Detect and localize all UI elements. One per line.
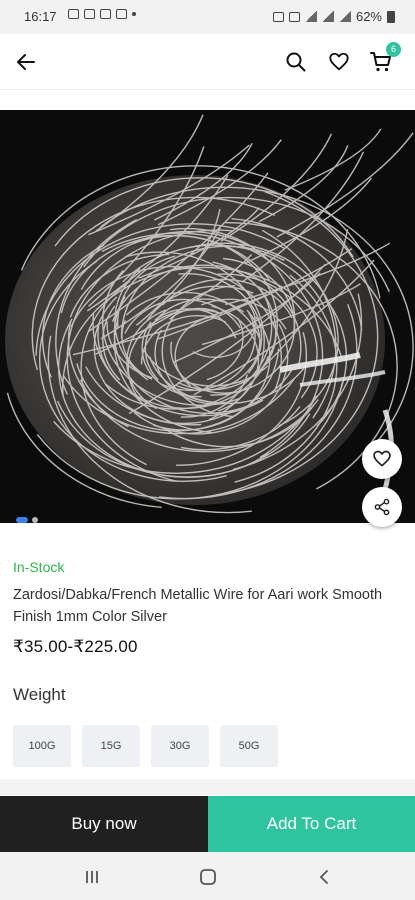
cart-button[interactable]: 6 bbox=[367, 42, 401, 76]
status-bar: 16:17 62% bbox=[0, 0, 415, 34]
system-navigation-bar bbox=[0, 852, 415, 900]
dot-icon bbox=[132, 12, 136, 16]
home-button[interactable] bbox=[195, 864, 221, 890]
signal-icon bbox=[321, 11, 334, 22]
mail-icon bbox=[100, 9, 111, 19]
pager-dot-active[interactable] bbox=[16, 517, 28, 523]
stock-status: In-Stock bbox=[13, 559, 65, 575]
chevron-left-icon bbox=[319, 870, 328, 884]
buy-now-button[interactable]: Buy now bbox=[0, 796, 208, 852]
weight-option-15g[interactable]: 15G bbox=[82, 725, 140, 767]
bluetooth-icon bbox=[288, 11, 300, 22]
wifi-icon bbox=[304, 11, 317, 22]
cart-count-badge: 6 bbox=[386, 42, 401, 57]
system-back-button[interactable] bbox=[311, 864, 337, 890]
heart-icon bbox=[373, 450, 391, 467]
status-right-icons: 62% bbox=[272, 9, 395, 24]
message-icon bbox=[116, 9, 127, 19]
arrow-left-icon bbox=[17, 54, 35, 70]
recent-apps-button[interactable] bbox=[79, 864, 105, 890]
weight-label: Weight bbox=[13, 685, 66, 704]
weight-options: 100G 15G 30G 50G bbox=[13, 725, 278, 767]
app-header: 6 bbox=[0, 34, 415, 90]
weight-option-30g[interactable]: 30G bbox=[151, 725, 209, 767]
image-wishlist-button[interactable] bbox=[362, 439, 402, 479]
share-icon bbox=[374, 498, 390, 516]
gallery-icon bbox=[84, 9, 95, 19]
weight-option-100g[interactable]: 100G bbox=[13, 725, 71, 767]
status-time: 16:17 bbox=[24, 9, 57, 24]
alarm-icon bbox=[272, 11, 284, 22]
product-title: Zardosi/Dabka/French Metallic Wire for A… bbox=[13, 587, 383, 625]
image-pager bbox=[16, 517, 38, 523]
battery-icon bbox=[387, 10, 395, 23]
search-icon bbox=[286, 52, 306, 72]
heart-icon bbox=[329, 52, 349, 71]
share-button[interactable] bbox=[362, 487, 402, 527]
wishlist-button[interactable] bbox=[325, 48, 353, 76]
image-icon bbox=[68, 9, 79, 19]
status-left-icons bbox=[68, 9, 136, 19]
signal-icon bbox=[338, 11, 351, 22]
back-button[interactable] bbox=[12, 48, 40, 76]
pager-dot[interactable] bbox=[32, 517, 38, 523]
battery-percent: 62% bbox=[355, 9, 382, 24]
product-price: ₹35.00-₹225.00 bbox=[13, 637, 138, 656]
search-button[interactable] bbox=[282, 48, 310, 76]
weight-option-50g[interactable]: 50G bbox=[220, 725, 278, 767]
wire-strand bbox=[284, 128, 382, 191]
product-image[interactable] bbox=[0, 110, 415, 523]
home-icon bbox=[200, 869, 216, 885]
product-photo bbox=[5, 114, 414, 514]
add-to-cart-button[interactable]: Add To Cart bbox=[208, 796, 415, 852]
section-divider bbox=[0, 779, 415, 795]
recent-apps-icon bbox=[86, 871, 98, 883]
